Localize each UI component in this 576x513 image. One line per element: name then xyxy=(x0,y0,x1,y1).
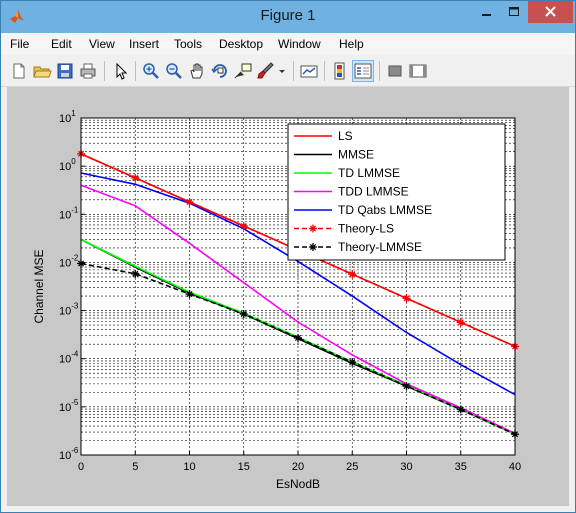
menu-view[interactable]: View xyxy=(89,37,115,51)
legend-entry-label: TD LMMSE xyxy=(338,166,400,180)
menu-help[interactable]: Help xyxy=(339,37,364,51)
menu-bar: File Edit View Insert Tools Desktop Wind… xyxy=(1,33,575,82)
rotate-3d-icon[interactable] xyxy=(210,61,230,81)
y-tick-label: 10-1 xyxy=(59,205,79,221)
menu-desktop[interactable]: Desktop xyxy=(219,37,263,51)
save-icon[interactable] xyxy=(55,61,75,81)
legend-entry-label: TDD LMMSE xyxy=(338,185,409,199)
legend-entry-label: TD Qabs LMMSE xyxy=(338,203,432,217)
figure-window: Figure 1 File Edit View Insert Tools Des… xyxy=(0,0,576,513)
hide-plot-tools-icon[interactable] xyxy=(385,61,405,81)
figure-toolbar xyxy=(1,56,575,87)
data-cursor-icon[interactable] xyxy=(233,61,253,81)
close-button[interactable] xyxy=(528,1,573,23)
y-tick-label: 100 xyxy=(59,157,76,173)
x-axis-label: EsNodB xyxy=(276,477,320,491)
pan-icon[interactable] xyxy=(187,61,207,81)
menu-insert[interactable]: Insert xyxy=(129,37,159,51)
show-plot-tools-icon[interactable] xyxy=(408,61,428,81)
minimize-button[interactable] xyxy=(473,1,500,23)
y-tick-label: 10-5 xyxy=(59,398,79,414)
title-bar[interactable]: Figure 1 xyxy=(1,1,575,33)
y-tick-label: 10-2 xyxy=(59,253,79,269)
legend-icon xyxy=(354,63,372,79)
dropdown-arrow-icon[interactable] xyxy=(277,61,287,81)
toolbar-separator xyxy=(379,61,380,81)
x-tick-label: 25 xyxy=(346,461,358,473)
x-tick-label: 0 xyxy=(78,461,84,473)
open-file-icon[interactable] xyxy=(32,61,52,81)
y-tick-label: 10-4 xyxy=(59,350,79,366)
zoom-in-icon[interactable] xyxy=(141,61,161,81)
legend-entry-label: MMSE xyxy=(338,148,374,162)
x-tick-label: 10 xyxy=(183,461,195,473)
y-tick-label: 101 xyxy=(59,109,76,125)
x-tick-label: 35 xyxy=(455,461,467,473)
menu-edit[interactable]: Edit xyxy=(51,37,72,51)
figure-canvas: 0 5 10 15 20 25 30 35 40 10-6 10-5 10-4 10-3 10-2 10-1… xyxy=(7,87,569,506)
legend-entry-label: Theory-LS xyxy=(338,222,394,236)
colorbar-icon[interactable] xyxy=(330,61,350,81)
brush-icon[interactable] xyxy=(256,61,276,81)
x-tick-label: 5 xyxy=(132,461,138,473)
menu-file[interactable]: File xyxy=(10,37,29,51)
y-tick-label: 10-3 xyxy=(59,302,79,318)
x-tick-label: 30 xyxy=(400,461,412,473)
legend-button[interactable] xyxy=(352,60,374,82)
print-icon[interactable] xyxy=(78,61,98,81)
maximize-button[interactable] xyxy=(501,1,527,23)
arrow-cursor-icon[interactable] xyxy=(110,61,130,81)
menu-window[interactable]: Window xyxy=(278,37,321,51)
toolbar-separator xyxy=(324,61,325,81)
toolbar-separator xyxy=(135,61,136,81)
x-tick-label: 15 xyxy=(238,461,250,473)
x-tick-label: 40 xyxy=(509,461,521,473)
menu-tools[interactable]: Tools xyxy=(174,37,202,51)
zoom-out-icon[interactable] xyxy=(164,61,184,81)
new-figure-icon[interactable] xyxy=(9,61,29,81)
chart[interactable]: 0 5 10 15 20 25 30 35 40 10-6 10-5 10-4 10-3 10-2 10-1… xyxy=(7,87,569,506)
link-plot-icon[interactable] xyxy=(299,61,319,81)
toolbar-separator xyxy=(104,61,105,81)
legend[interactable]: LS MMSE TD LMMSE TDD LMMSE TD Qabs LMMSE Theo… xyxy=(287,123,506,261)
legend-entry-label: LS xyxy=(338,129,353,143)
y-tick-label: 10-6 xyxy=(59,446,79,462)
legend-entry-label: Theory-LMMSE xyxy=(338,240,422,254)
y-axis-label: Channel MSE xyxy=(32,249,46,323)
toolbar-separator xyxy=(293,61,294,81)
x-tick-label: 20 xyxy=(292,461,304,473)
